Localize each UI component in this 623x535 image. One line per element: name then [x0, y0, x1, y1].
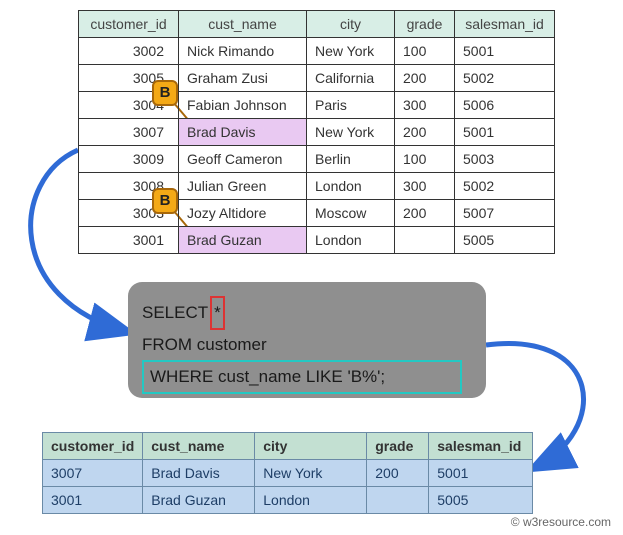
cell-salesman-id: 5003 [455, 146, 555, 173]
cell-customer-id: 3009 [79, 146, 179, 173]
cell-salesman-id: 5005 [455, 227, 555, 254]
cell-city: London [307, 227, 395, 254]
col-customer-id: customer_id [79, 11, 179, 38]
letter-badge: B [152, 80, 178, 106]
cell-city: Paris [307, 92, 395, 119]
table-row: 3001Brad GuzanLondon 5005 [79, 227, 555, 254]
result-table: customer_id cust_name city grade salesma… [42, 432, 533, 514]
cell-city: New York [255, 460, 367, 487]
cell-grade: 200 [395, 119, 455, 146]
sql-query-box: SELECT* FROM customer WHERE cust_name LI… [128, 282, 486, 398]
col-cust-name: cust_name [143, 433, 255, 460]
cell-city: Berlin [307, 146, 395, 173]
select-star: * [210, 296, 225, 330]
col-grade: grade [367, 433, 429, 460]
cell-cust-name: Geoff Cameron [179, 146, 307, 173]
col-city: city [255, 433, 367, 460]
letter-badge: B [152, 188, 178, 214]
cell-salesman-id: 5006 [455, 92, 555, 119]
cell-grade: 200 [395, 200, 455, 227]
cell-city: California [307, 65, 395, 92]
cell-grade [367, 487, 429, 514]
cell-cust-name: Fabian Johnson [179, 92, 307, 119]
table-header-row: customer_id cust_name city grade salesma… [79, 11, 555, 38]
cell-cust-name: Nick Rimando [179, 38, 307, 65]
copyright-text: © w3resource.com [511, 515, 611, 529]
col-grade: grade [395, 11, 455, 38]
cell-salesman-id: 5002 [455, 65, 555, 92]
table-row: 3003Jozy AltidoreMoscow2005007 [79, 200, 555, 227]
table-row: 3002Nick RimandoNew York1005001 [79, 38, 555, 65]
cell-customer-id: 3007 [43, 460, 143, 487]
table-row: 3007Brad DavisNew York2005001 [43, 460, 533, 487]
cell-city: London [255, 487, 367, 514]
col-salesman-id: salesman_id [455, 11, 555, 38]
col-customer-id: customer_id [43, 433, 143, 460]
sql-select-line: SELECT* [142, 296, 472, 330]
cell-city: Moscow [307, 200, 395, 227]
cell-city: New York [307, 38, 395, 65]
cell-cust-name: Graham Zusi [179, 65, 307, 92]
table-row: 3007Brad DavisNew York 2005001 [79, 119, 555, 146]
cell-salesman-id: 5001 [455, 38, 555, 65]
cell-grade: 300 [395, 173, 455, 200]
cell-customer-id: 3007 [79, 119, 179, 146]
cell-city: London [307, 173, 395, 200]
select-keyword: SELECT [142, 303, 208, 322]
sql-from-line: FROM customer [142, 330, 472, 360]
table-row: 3005Graham ZusiCalifornia2005002 [79, 65, 555, 92]
col-salesman-id: salesman_id [429, 433, 533, 460]
cell-customer-id: 3001 [79, 227, 179, 254]
cell-cust-name: Julian Green [179, 173, 307, 200]
cell-grade [395, 227, 455, 254]
table-row: 3004Fabian JohnsonParis3005006 [79, 92, 555, 119]
table-header-row: customer_id cust_name city grade salesma… [43, 433, 533, 460]
cell-customer-id: 3002 [79, 38, 179, 65]
sql-where-line: WHERE cust_name LIKE 'B%'; [142, 360, 462, 394]
cell-grade: 100 [395, 146, 455, 173]
cell-city: New York [307, 119, 395, 146]
cell-cust-name: Brad Davis [179, 119, 307, 146]
table-row: 3001Brad GuzanLondon 5005 [43, 487, 533, 514]
cell-salesman-id: 5002 [455, 173, 555, 200]
cell-grade: 200 [395, 65, 455, 92]
cell-cust-name: Brad Guzan [179, 227, 307, 254]
cell-cust-name: Brad Guzan [143, 487, 255, 514]
cell-grade: 100 [395, 38, 455, 65]
col-city: city [307, 11, 395, 38]
cell-salesman-id: 5001 [455, 119, 555, 146]
cell-salesman-id: 5007 [455, 200, 555, 227]
cell-cust-name: Jozy Altidore [179, 200, 307, 227]
cell-salesman-id: 5001 [429, 460, 533, 487]
cell-grade: 300 [395, 92, 455, 119]
col-cust-name: cust_name [179, 11, 307, 38]
table-row: 3009Geoff CameronBerlin1005003 [79, 146, 555, 173]
cell-salesman-id: 5005 [429, 487, 533, 514]
cell-cust-name: Brad Davis [143, 460, 255, 487]
cell-grade: 200 [367, 460, 429, 487]
table-row: 3008Julian GreenLondon3005002 [79, 173, 555, 200]
cell-customer-id: 3001 [43, 487, 143, 514]
source-table: customer_id cust_name city grade salesma… [78, 10, 555, 254]
